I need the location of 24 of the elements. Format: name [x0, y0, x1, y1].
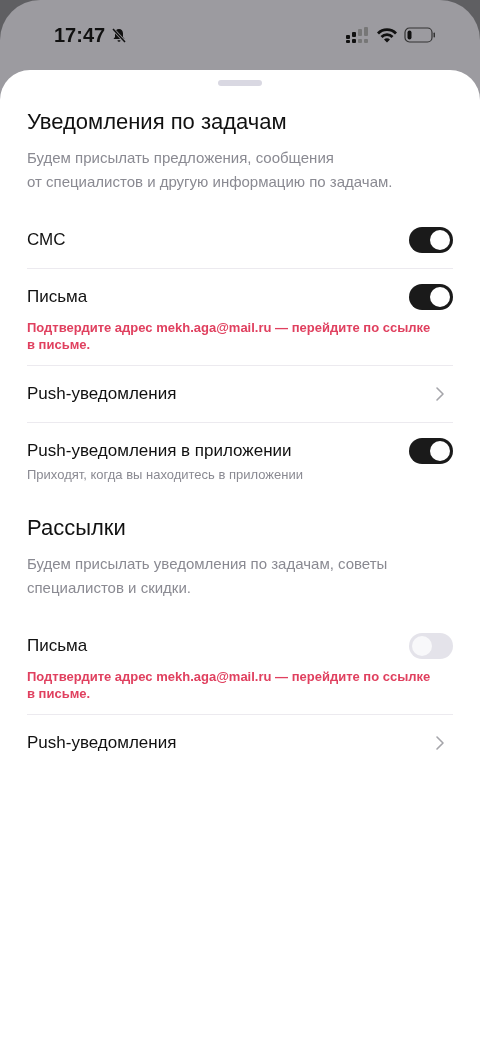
chevron-right-icon[interactable]	[435, 735, 445, 751]
sheet-handle[interactable]	[218, 80, 262, 86]
setting-label: Push-уведомления в приложении	[27, 441, 292, 461]
setting-label: Письма	[27, 287, 88, 307]
section-title: Рассылки	[27, 514, 127, 542]
warning-message: Подтвердите адрес mekh.aga@mail.ru — перейдите по ссылке в письме.	[27, 668, 432, 702]
setting-label: СМС	[27, 230, 66, 250]
section-description: Будем присылать уведомления по задачам, советы специалистов и скидки.	[27, 554, 389, 598]
chevron-right-icon[interactable]	[435, 386, 445, 402]
section-description: Будем присылать предложения, сообщения от специалистов и другую информацию по задачам.	[27, 148, 394, 192]
battery-icon	[404, 27, 436, 43]
toggle-switch[interactable]	[409, 227, 453, 253]
setting-hint: Приходят, когда вы находитесь в приложении	[27, 467, 304, 482]
toggle-switch[interactable]	[409, 438, 453, 464]
section-title: Уведомления по задачам	[27, 108, 288, 136]
setting-label: Push-уведомления	[27, 384, 177, 404]
muted-bell-icon	[111, 27, 128, 43]
toggle-switch[interactable]	[409, 284, 453, 310]
wifi-icon	[376, 27, 398, 43]
status-time: 17:47	[54, 23, 106, 47]
setting-label: Письма	[27, 636, 88, 656]
warning-message: Подтвердите адрес mekh.aga@mail.ru — перейдите по ссылке в письме.	[27, 319, 432, 353]
signal-icon	[346, 27, 370, 43]
setting-label: Push-уведомления	[27, 733, 177, 753]
